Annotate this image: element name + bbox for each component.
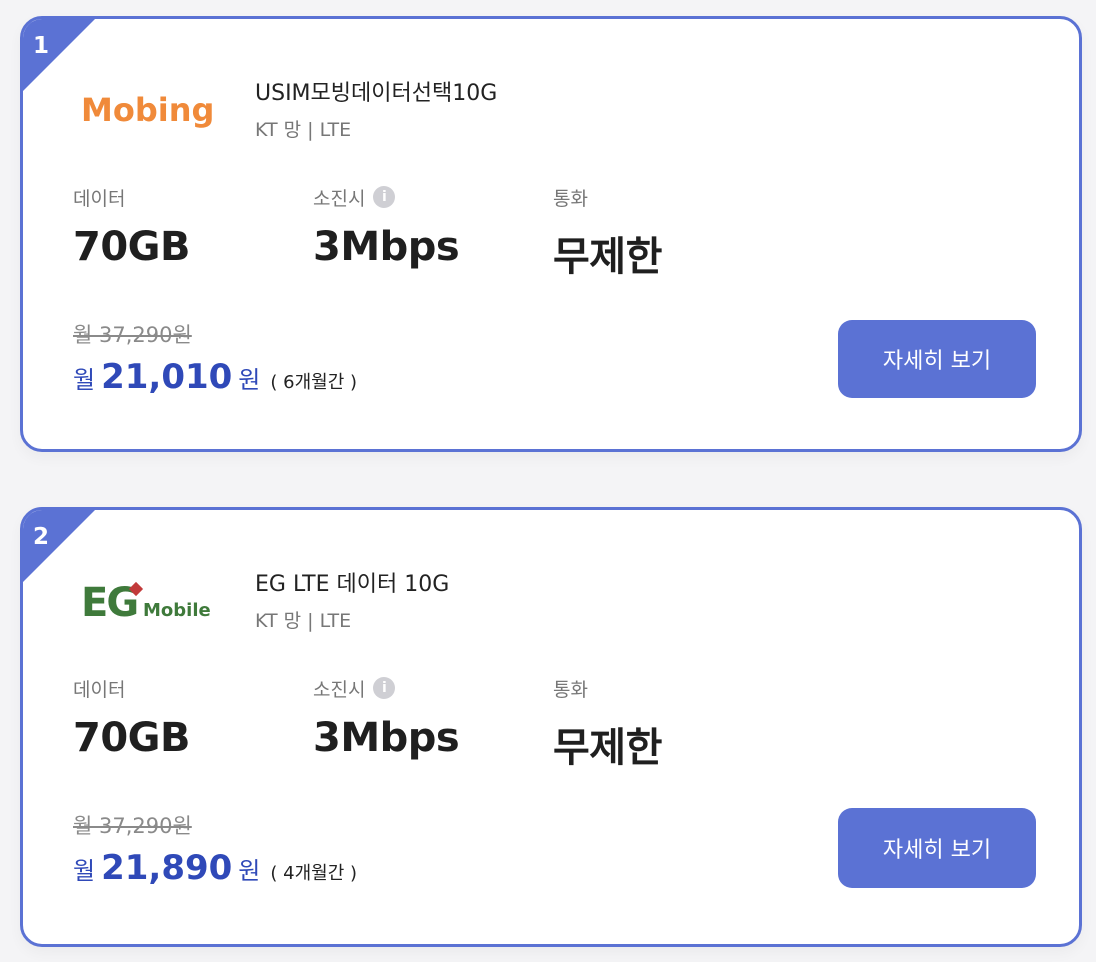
sale-suffix: 원 xyxy=(238,857,261,885)
spec-call-label: 통화 xyxy=(553,187,588,210)
spec-data: 데이터 70GB xyxy=(73,675,190,762)
sale-prefix: 월 xyxy=(73,857,96,885)
plan-card-1[interactable]: 1 Mobing USIM모빙데이터선택10G KT 망 | LTE 데이터 7… xyxy=(20,16,1082,452)
svg-text:Mobing: Mobing xyxy=(81,91,214,129)
spec-data-label: 데이터 xyxy=(73,678,126,701)
spec-exhaust: 소진시 i 3Mbps xyxy=(313,184,460,270)
sale-period: ( 4개월간 ) xyxy=(270,863,358,884)
spec-data-label: 데이터 xyxy=(73,187,126,210)
spec-exhaust-label: 소진시 xyxy=(313,187,366,210)
svg-text:EG: EG xyxy=(81,580,137,626)
spec-call-label: 통화 xyxy=(553,678,588,701)
spec-data-value: 70GB xyxy=(73,224,190,270)
sale-price: 월 21,010 원 ( 6개월간 ) xyxy=(73,357,357,397)
sale-period: ( 6개월간 ) xyxy=(270,372,358,393)
plan-network: KT 망 | LTE xyxy=(255,119,352,141)
plan-name: USIM모빙데이터선택10G xyxy=(255,81,498,106)
spec-call-value: 무제한 xyxy=(553,725,662,771)
original-price: 월 37,290원 xyxy=(73,814,192,838)
spec-exhaust-label: 소진시 xyxy=(313,678,366,701)
view-details-button[interactable]: 자세히 보기 xyxy=(838,808,1036,888)
sale-prefix: 월 xyxy=(73,366,96,394)
spec-exhaust-value: 3Mbps xyxy=(313,715,460,761)
sale-price: 월 21,890 원 ( 4개월간 ) xyxy=(73,848,357,888)
original-price: 월 37,290원 xyxy=(73,323,192,347)
rank-number: 1 xyxy=(33,33,50,59)
mobing-logo: Mobing xyxy=(81,91,214,129)
spec-call: 통화 무제한 xyxy=(553,675,662,773)
eg-mobile-logo: EG Mobile xyxy=(81,580,211,626)
sale-amount: 21,890 xyxy=(101,848,233,888)
spec-data-value: 70GB xyxy=(73,715,190,761)
info-icon[interactable]: i xyxy=(373,677,396,699)
plan-card-2[interactable]: 2 EG Mobile EG LTE 데이터 10G KT 망 | LTE 데이… xyxy=(20,507,1082,947)
plan-network: KT 망 | LTE xyxy=(255,610,352,632)
spec-exhaust: 소진시 i 3Mbps xyxy=(313,675,460,761)
sale-amount: 21,010 xyxy=(101,357,233,397)
spec-exhaust-value: 3Mbps xyxy=(313,224,460,270)
view-details-button[interactable]: 자세히 보기 xyxy=(838,320,1036,398)
svg-text:Mobile: Mobile xyxy=(143,600,211,621)
spec-call: 통화 무제한 xyxy=(553,184,662,282)
spec-call-value: 무제한 xyxy=(553,234,662,280)
info-icon[interactable]: i xyxy=(373,186,396,208)
spec-data: 데이터 70GB xyxy=(73,184,190,271)
sale-suffix: 원 xyxy=(238,366,261,394)
rank-number: 2 xyxy=(33,524,50,550)
plan-name: EG LTE 데이터 10G xyxy=(255,572,450,597)
